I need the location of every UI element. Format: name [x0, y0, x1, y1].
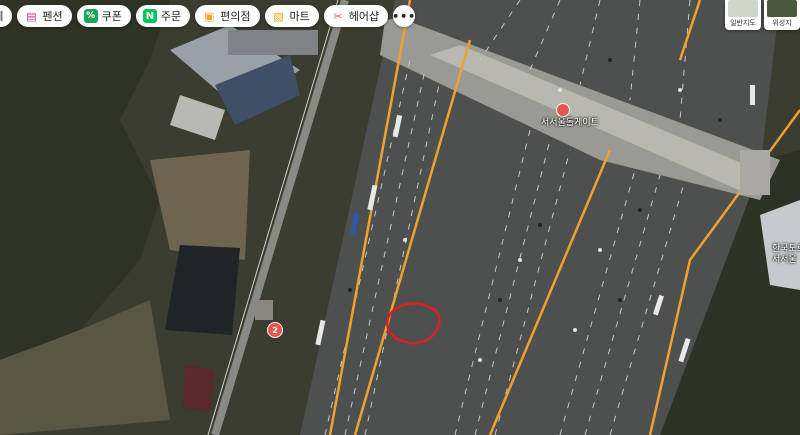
- store-icon: ▣: [203, 9, 215, 23]
- tollgate-label[interactable]: 서서울톨게이트: [541, 115, 599, 128]
- coupon-icon: %: [83, 9, 98, 23]
- map-layer-switcher: 일반지도 위성지: [725, 0, 800, 30]
- chip-pension-label: 펜션: [42, 10, 63, 23]
- layer-satellite-map[interactable]: 위성지: [764, 0, 800, 30]
- building-label[interactable]: 한국도로 서서울: [772, 244, 800, 266]
- cart-icon: ▧: [273, 9, 284, 23]
- chip-order-label: 주문: [160, 10, 182, 23]
- scissors-icon: ✂: [333, 9, 343, 23]
- chip-convenience-store[interactable]: ▣ 편의점: [195, 5, 260, 27]
- chip-pension[interactable]: ▤ 펜션: [17, 5, 72, 27]
- chip-cafe[interactable]: [메: [0, 5, 13, 27]
- satellite-map[interactable]: [0, 0, 800, 435]
- n-order-icon: N: [142, 9, 157, 23]
- poi-marker-number: 2: [272, 325, 278, 335]
- chip-convenience-store-label: 편의점: [220, 10, 251, 23]
- chip-hair-salon[interactable]: ✂ 헤어샵: [323, 5, 389, 27]
- layer-normal-label: 일반지도: [730, 19, 756, 27]
- more-icon: •••: [392, 9, 417, 23]
- chip-cafe-label: [메: [0, 8, 3, 24]
- chip-hair-salon-label: 헤어샵: [348, 10, 380, 23]
- category-chip-bar: [메 ▤ 펜션 %쿠폰 N주문 ▣ 편의점 ▧ 마트 ✂ 헤어샵 •••: [0, 5, 415, 27]
- layer-normal-map[interactable]: 일반지도: [725, 0, 761, 30]
- satellite-map-thumbnail: [767, 0, 797, 17]
- more-button[interactable]: •••: [392, 5, 417, 27]
- chip-coupon-label: 쿠폰: [101, 10, 122, 23]
- layer-satellite-label: 위성지: [772, 19, 792, 27]
- bed-icon: ▤: [26, 9, 37, 23]
- chip-coupon[interactable]: % 쿠폰: [76, 5, 131, 27]
- chip-order[interactable]: N 주문: [135, 5, 191, 27]
- chip-mart[interactable]: ▧ 마트: [264, 5, 319, 27]
- chip-mart-label: 마트: [289, 10, 310, 23]
- poi-marker[interactable]: 2: [267, 322, 283, 338]
- normal-map-thumbnail: [728, 0, 758, 17]
